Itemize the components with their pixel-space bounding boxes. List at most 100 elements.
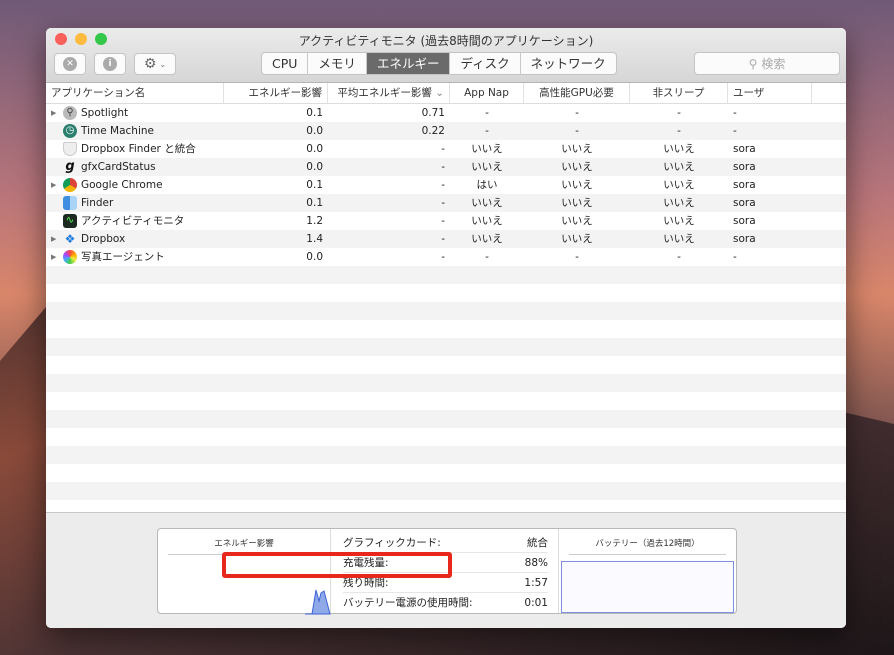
cell-app-nap: はい: [476, 179, 498, 191]
info-icon: i: [103, 57, 117, 71]
cell-gpu: -: [575, 125, 579, 137]
tab-network[interactable]: ネットワーク: [521, 53, 616, 74]
cell-user: sora: [733, 197, 756, 209]
cell-name: ▶ 写真エージェント: [46, 248, 224, 266]
table-row[interactable]: g gfxCardStatus 0.0 - いいえ いいえ いいえ sora: [46, 158, 846, 176]
cell-gpu: いいえ: [561, 161, 593, 173]
cell-user: sora: [733, 143, 756, 155]
table-row[interactable]: ∿ アクティビティモニタ 1.2 - いいえ いいえ いいえ sora: [46, 212, 846, 230]
column-header-user[interactable]: ユーザ: [728, 83, 812, 103]
empty-row: [46, 464, 846, 482]
gfxcardstatus-icon: g: [65, 159, 75, 174]
cell-avg-energy: -: [441, 197, 445, 209]
app-name: Time Machine: [81, 125, 154, 137]
cell-app-nap: いいえ: [471, 143, 503, 155]
cell-app-nap: いいえ: [471, 215, 503, 227]
tab-disk[interactable]: ディスク: [450, 53, 521, 74]
gear-icon: ⚙: [143, 56, 157, 72]
activity-monitor-icon: ∿: [63, 214, 77, 228]
cell-user: sora: [733, 233, 756, 245]
cell-user: sora: [733, 215, 756, 227]
quit-process-button[interactable]: ✕: [54, 53, 86, 75]
cell-user: sora: [733, 161, 756, 173]
action-menu-button[interactable]: ⚙ ⌄: [134, 53, 176, 75]
disclosure-triangle-icon[interactable]: ▶: [51, 176, 59, 194]
column-header-gpu[interactable]: 高性能GPU必要: [524, 83, 630, 103]
info-label: バッテリー電源の使用時間:: [343, 597, 473, 609]
column-header-name[interactable]: アプリケーション名: [46, 83, 224, 103]
empty-row: [46, 302, 846, 320]
column-header-prevent-sleep[interactable]: 非スリープ: [630, 83, 728, 103]
cell-energy: 0.1: [306, 107, 323, 119]
cell-gpu: いいえ: [561, 143, 593, 155]
empty-row: [46, 320, 846, 338]
disclosure-triangle-icon[interactable]: ▶: [51, 104, 59, 122]
cell-app-nap: -: [485, 107, 489, 119]
tab-cpu[interactable]: CPU: [262, 53, 309, 74]
chrome-icon: [63, 178, 77, 192]
app-name: 写真エージェント: [81, 251, 165, 263]
column-header-app-nap[interactable]: App Nap: [450, 83, 524, 103]
info-button[interactable]: i: [94, 53, 126, 75]
cell-gpu: いいえ: [561, 197, 593, 209]
highlight-box: [222, 552, 452, 578]
empty-row: [46, 266, 846, 284]
cell-app-nap: いいえ: [471, 233, 503, 245]
column-header-energy[interactable]: エネルギー影響: [224, 83, 328, 103]
info-row-graphics: グラフィックカード: 統合: [343, 533, 548, 553]
cell-gpu: -: [575, 107, 579, 119]
cell-energy: 0.0: [306, 251, 323, 263]
cell-prevent-sleep: いいえ: [663, 161, 695, 173]
column-header-avg-energy[interactable]: 平均エネルギー影響 ⌄: [328, 83, 450, 103]
table-row[interactable]: ▶ ❖ Dropbox 1.4 - いいえ いいえ いいえ sora: [46, 230, 846, 248]
spotlight-icon: ⚲: [63, 106, 77, 120]
info-label: グラフィックカード:: [343, 537, 441, 549]
search-input[interactable]: ⚲ 検索: [694, 52, 840, 75]
cell-prevent-sleep: いいえ: [663, 197, 695, 209]
empty-row: [46, 410, 846, 428]
energy-graph-area: [305, 589, 331, 615]
view-tabs: CPU メモリ エネルギー ディスク ネットワーク: [261, 52, 617, 75]
dropbox-finder-icon: [63, 142, 77, 156]
chevron-down-icon: ⌄: [159, 59, 167, 69]
cell-energy: 0.0: [306, 125, 323, 137]
cell-app-nap: -: [485, 125, 489, 137]
cell-prevent-sleep: -: [677, 251, 681, 263]
cell-user: -: [733, 107, 737, 119]
cell-avg-energy: -: [441, 161, 445, 173]
info-value: 統合: [527, 537, 548, 549]
process-table: ▶ ⚲ Spotlight 0.1 0.71 - - - - ◷ Time Machin…: [46, 104, 846, 518]
empty-row: [46, 392, 846, 410]
time-machine-icon: ◷: [63, 124, 77, 138]
app-name: Dropbox: [81, 233, 126, 245]
table-row[interactable]: ◷ Time Machine 0.0 0.22 - - - -: [46, 122, 846, 140]
toolbar: アクティビティモニタ (過去8時間のアプリケーション) ✕ i ⚙ ⌄ CPU メ…: [46, 28, 846, 83]
cell-app-nap: いいえ: [471, 161, 503, 173]
sort-chevron-icon: ⌄: [431, 87, 444, 99]
empty-row: [46, 284, 846, 302]
window-title: アクティビティモニタ (過去8時間のアプリケーション): [298, 34, 594, 48]
disclosure-triangle-icon[interactable]: ▶: [51, 248, 59, 266]
dropbox-icon: ❖: [64, 232, 76, 246]
table-row[interactable]: ▶ 写真エージェント 0.0 - - - - -: [46, 248, 846, 266]
battery-graph-area: [561, 561, 734, 613]
cell-name: Finder: [46, 194, 224, 212]
tab-energy[interactable]: エネルギー: [366, 53, 451, 74]
tab-memory[interactable]: メモリ: [308, 53, 367, 74]
cell-avg-energy: -: [441, 233, 445, 245]
finder-icon: [63, 196, 77, 210]
table-row[interactable]: Finder 0.1 - いいえ いいえ いいえ sora: [46, 194, 846, 212]
cell-prevent-sleep: いいえ: [663, 233, 695, 245]
table-row[interactable]: ▶ ⚲ Spotlight 0.1 0.71 - - - -: [46, 104, 846, 122]
empty-row: [46, 356, 846, 374]
cell-avg-energy: 0.22: [421, 125, 445, 137]
info-value: 1:57: [524, 577, 548, 589]
cell-prevent-sleep: -: [677, 125, 681, 137]
cell-energy: 0.1: [306, 197, 323, 209]
table-row[interactable]: ▶ Google Chrome 0.1 - はい いいえ いいえ sora: [46, 176, 846, 194]
battery-history-graph: バッテリー（過去12時間）: [559, 529, 736, 613]
table-row[interactable]: Dropbox Finder と統合 0.0 - いいえ いいえ いいえ sor…: [46, 140, 846, 158]
cell-avg-energy: -: [441, 215, 445, 227]
cell-name: g gfxCardStatus: [46, 158, 224, 176]
disclosure-triangle-icon[interactable]: ▶: [51, 230, 59, 248]
